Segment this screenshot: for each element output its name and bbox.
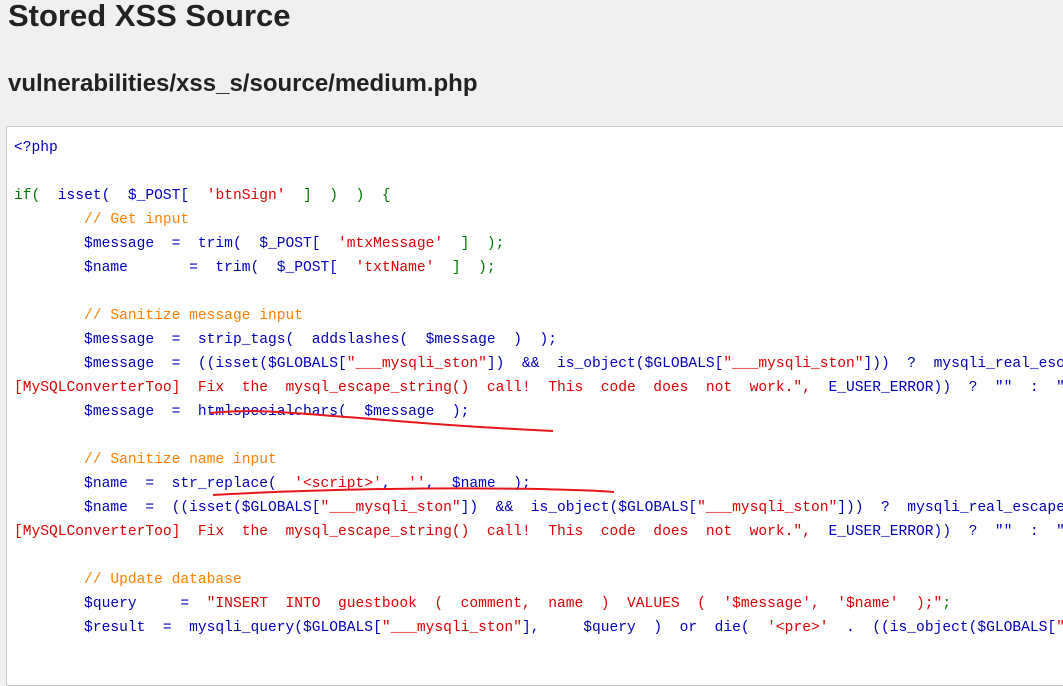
- code-token: '<script>': [294, 476, 382, 492]
- code-token: [MySQLConverterToo] Fix the mysql_escape…: [14, 524, 811, 540]
- code-token: '': [408, 476, 426, 492]
- code-token: "___mysqli_ston": [346, 356, 487, 372]
- code-line: [MySQLConverterToo] Fix the mysql_escape…: [14, 376, 1063, 400]
- code-token: // Get input: [14, 212, 190, 228]
- code-token: . ((is_object($GLOBALS[: [828, 620, 1057, 636]
- code-token: ]) && is_object($GLOBALS[: [486, 356, 724, 372]
- code-token: ]) && is_object($GLOBALS[: [460, 500, 698, 516]
- code-token: 'txtName': [355, 260, 435, 276]
- page-title: Stored XSS Source: [8, 0, 291, 33]
- code-token: $message = strip_tags( addslashes( $mess…: [14, 332, 557, 348]
- code-token: $result = mysqli_query($GLOBALS[: [14, 620, 382, 636]
- code-token: // Update database: [14, 572, 242, 588]
- code-token: ])) ? mysqli_real_escape_string($GLOBALS…: [837, 500, 1063, 516]
- code-token: E_USER_ERROR)) ? "" : ""));: [828, 524, 1063, 540]
- code-token: "INSERT INTO guestbook ( comment, name )…: [206, 596, 943, 612]
- code-line: $name = ((isset($GLOBALS["___mysqli_ston…: [14, 496, 1063, 520]
- code-token: isset(: [40, 188, 111, 204]
- source-code-panel[interactable]: <?php if( isset( $_POST[ 'btnSign' ] ) )…: [6, 126, 1063, 686]
- code-token: "___mysqli_ston": [381, 620, 522, 636]
- code-token: ], $query ) or die(: [521, 620, 768, 636]
- code-line: if( isset( $_POST[ 'btnSign' ] ) ) {: [14, 184, 1063, 208]
- code-line: // Get input: [14, 208, 1063, 232]
- code-line: [MySQLConverterToo] Fix the mysql_escape…: [14, 520, 1063, 544]
- code-line: // Sanitize name input: [14, 448, 1063, 472]
- code-token: ])) ? mysqli_real_escape_string($GLOBALS…: [863, 356, 1063, 372]
- code-line: $name = trim( $_POST[ 'txtName' ] );: [14, 256, 1063, 280]
- code-token: <?php: [14, 140, 58, 156]
- code-line: $message = ((isset($GLOBALS["___mysqli_s…: [14, 352, 1063, 376]
- code-token: ] );: [443, 236, 505, 252]
- code-line: $query = "INSERT INTO guestbook ( commen…: [14, 592, 1063, 616]
- code-token: "___mysqli_ston": [697, 500, 838, 516]
- code-token: "___mysqli_ston": [320, 500, 461, 516]
- code-line: $message = htmlspecialchars( $message );: [14, 400, 1063, 424]
- code-line: $message = strip_tags( addslashes( $mess…: [14, 328, 1063, 352]
- code-token: $name = trim( $_POST[: [14, 260, 356, 276]
- code-token: "___mysqli_ston": [723, 356, 864, 372]
- code-token: $name = str_replace(: [14, 476, 295, 492]
- code-line: $result = mysqli_query($GLOBALS["___mysq…: [14, 616, 1063, 640]
- code-token: ;: [942, 596, 952, 612]
- code-line: // Sanitize message input: [14, 304, 1063, 328]
- code-token: $_POST[: [110, 188, 207, 204]
- code-token: '<pre>': [767, 620, 829, 636]
- code-token: ] );: [434, 260, 496, 276]
- source-code: <?php if( isset( $_POST[ 'btnSign' ] ) )…: [14, 136, 1063, 640]
- code-token: $name = ((isset($GLOBALS[: [14, 500, 321, 516]
- code-token: "___mysqli_ston": [1056, 620, 1063, 636]
- code-token: ] ) ) {: [285, 188, 391, 204]
- code-token: $query =: [14, 596, 207, 612]
- source-file-path: vulnerabilities/xss_s/source/medium.php: [8, 70, 478, 97]
- code-token: $message = htmlspecialchars( $message );: [14, 404, 470, 420]
- code-token: [MySQLConverterToo] Fix the mysql_escape…: [14, 380, 811, 396]
- code-token: 'mtxMessage': [338, 236, 444, 252]
- code-token: $message = ((isset($GLOBALS[: [14, 356, 347, 372]
- code-line: // Update database: [14, 568, 1063, 592]
- code-token: 'btnSign': [206, 188, 286, 204]
- code-token: // Sanitize message input: [14, 308, 304, 324]
- code-token: if(: [14, 188, 41, 204]
- code-line: <?php: [14, 136, 1063, 160]
- code-token: E_USER_ERROR)) ? "" : ""));: [828, 380, 1063, 396]
- code-line: $message = trim( $_POST[ 'mtxMessage' ] …: [14, 232, 1063, 256]
- code-token: $message = trim( $_POST[: [14, 236, 339, 252]
- code-token: // Sanitize name input: [14, 452, 277, 468]
- code-token: , $name );: [425, 476, 531, 492]
- code-line: $name = str_replace( '<script>', '', $na…: [14, 472, 1063, 496]
- code-token: ,: [381, 476, 409, 492]
